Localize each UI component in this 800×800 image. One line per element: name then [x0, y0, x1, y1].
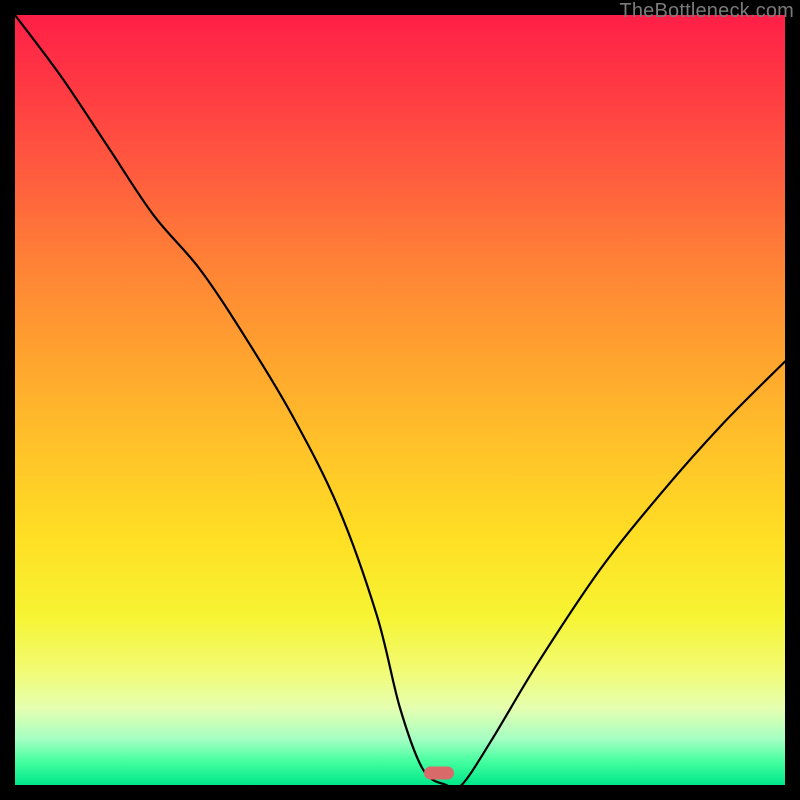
optimum-marker [424, 767, 454, 780]
plot-area [15, 15, 785, 785]
watermark-text: TheBottleneck.com [619, 0, 794, 23]
chart-frame: TheBottleneck.com [0, 0, 800, 800]
bottleneck-curve [15, 15, 785, 785]
